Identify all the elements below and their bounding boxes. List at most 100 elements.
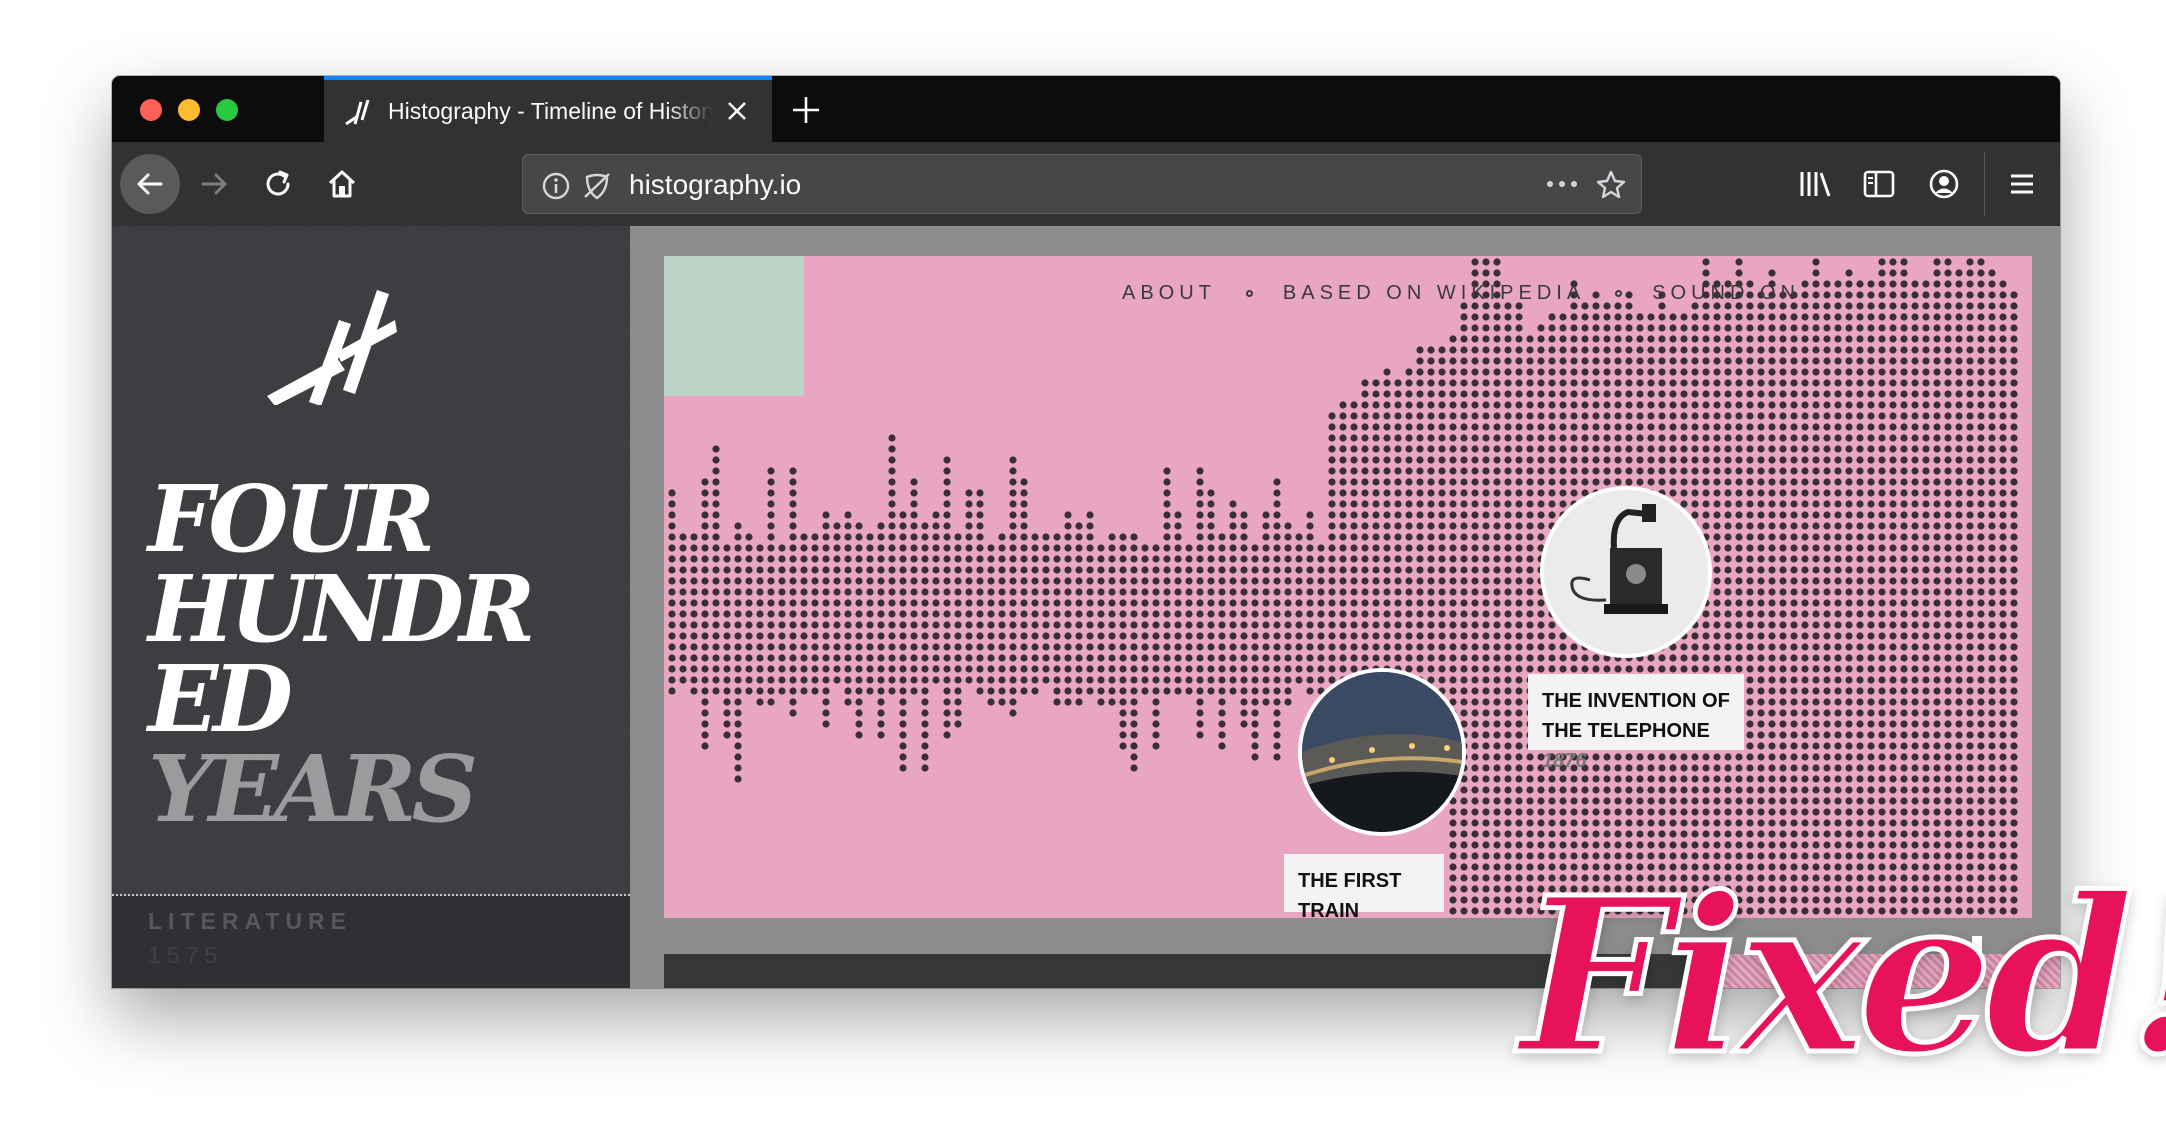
timeline-event-dot[interactable] xyxy=(1174,687,1182,695)
timeline-event-dot[interactable] xyxy=(1999,280,2007,288)
timeline-event-dot[interactable] xyxy=(1471,907,1479,915)
timeline-event-dot[interactable] xyxy=(1603,368,1611,376)
timeline-event-dot[interactable] xyxy=(932,632,940,640)
timeline-event-dot[interactable] xyxy=(855,709,863,717)
timeline-event-dot[interactable] xyxy=(1889,533,1897,541)
timeline-event-dot[interactable] xyxy=(1944,346,1952,354)
timeline-event-dot[interactable] xyxy=(789,654,797,662)
timeline-event-dot[interactable] xyxy=(1471,368,1479,376)
timeline-event-dot[interactable] xyxy=(1911,478,1919,486)
timeline-event-dot[interactable] xyxy=(1636,841,1644,849)
timeline-event-dot[interactable] xyxy=(1713,632,1721,640)
timeline-event-dot[interactable] xyxy=(1746,401,1754,409)
timeline-event-dot[interactable] xyxy=(1559,412,1567,420)
timeline-event-dot[interactable] xyxy=(800,665,808,673)
timeline-event-dot[interactable] xyxy=(1361,390,1369,398)
timeline-event-dot[interactable] xyxy=(1515,489,1523,497)
timeline-event-dot[interactable] xyxy=(1911,423,1919,431)
timeline-event-dot[interactable] xyxy=(943,654,951,662)
timeline-event-dot[interactable] xyxy=(910,489,918,497)
timeline-event-dot[interactable] xyxy=(1713,511,1721,519)
timeline-event-dot[interactable] xyxy=(1845,335,1853,343)
timeline-event-dot[interactable] xyxy=(800,643,808,651)
timeline-event-dot[interactable] xyxy=(811,577,819,585)
timeline-event-dot[interactable] xyxy=(1867,709,1875,717)
timeline-event-dot[interactable] xyxy=(1933,401,1941,409)
timeline-event-dot[interactable] xyxy=(1779,478,1787,486)
timeline-event-dot[interactable] xyxy=(1988,346,1996,354)
timeline-event-dot[interactable] xyxy=(1548,313,1556,321)
timeline-event-dot[interactable] xyxy=(1680,489,1688,497)
timeline-event-dot[interactable] xyxy=(1658,467,1666,475)
timeline-event-dot[interactable] xyxy=(1834,280,1842,288)
timeline-event-dot[interactable] xyxy=(1845,753,1853,761)
hamburger-menu-icon[interactable] xyxy=(2006,168,2038,200)
timeline-event-dot[interactable] xyxy=(1669,467,1677,475)
timeline-event-dot[interactable] xyxy=(1922,720,1930,728)
timeline-event-dot[interactable] xyxy=(1416,522,1424,530)
timeline-event-dot[interactable] xyxy=(1482,577,1490,585)
timeline-event-dot[interactable] xyxy=(1746,709,1754,717)
timeline-event-dot[interactable] xyxy=(1955,632,1963,640)
timeline-event-dot[interactable] xyxy=(734,632,742,640)
timeline-event-dot[interactable] xyxy=(1757,379,1765,387)
timeline-event-dot[interactable] xyxy=(1867,599,1875,607)
timeline-event-dot[interactable] xyxy=(1988,456,1996,464)
timeline-event-dot[interactable] xyxy=(1086,544,1094,552)
timeline-event-dot[interactable] xyxy=(1383,379,1391,387)
timeline-event-dot[interactable] xyxy=(1460,687,1468,695)
timeline-event-dot[interactable] xyxy=(954,665,962,673)
timeline-event-dot[interactable] xyxy=(1108,599,1116,607)
timeline-event-dot[interactable] xyxy=(1559,489,1567,497)
timeline-event-dot[interactable] xyxy=(767,632,775,640)
timeline-event-dot[interactable] xyxy=(1779,698,1787,706)
timeline-event-dot[interactable] xyxy=(1988,621,1996,629)
timeline-event-dot[interactable] xyxy=(1174,555,1182,563)
timeline-event-dot[interactable] xyxy=(1834,577,1842,585)
timeline-event-dot[interactable] xyxy=(1845,676,1853,684)
timeline-event-dot[interactable] xyxy=(1053,654,1061,662)
timeline-event-dot[interactable] xyxy=(1867,280,1875,288)
timeline-event-dot[interactable] xyxy=(1273,720,1281,728)
timeline-event-dot[interactable] xyxy=(1977,577,1985,585)
timeline-event-dot[interactable] xyxy=(1966,467,1974,475)
timeline-event-dot[interactable] xyxy=(1856,544,1864,552)
timeline-event-dot[interactable] xyxy=(954,654,962,662)
timeline-event-dot[interactable] xyxy=(1779,643,1787,651)
timeline-event-dot[interactable] xyxy=(1471,346,1479,354)
timeline-event-dot[interactable] xyxy=(1856,357,1864,365)
timeline-event-dot[interactable] xyxy=(1064,566,1072,574)
timeline-event-dot[interactable] xyxy=(1460,511,1468,519)
timeline-event-dot[interactable] xyxy=(1735,478,1743,486)
timeline-event-dot[interactable] xyxy=(1570,313,1578,321)
timeline-event-dot[interactable] xyxy=(954,544,962,552)
timeline-event-dot[interactable] xyxy=(1493,379,1501,387)
timeline-event-dot[interactable] xyxy=(1944,709,1952,717)
timeline-event-dot[interactable] xyxy=(1988,610,1996,618)
timeline-event-dot[interactable] xyxy=(1845,533,1853,541)
timeline-event-dot[interactable] xyxy=(1251,621,1259,629)
timeline-event-dot[interactable] xyxy=(1735,643,1743,651)
timeline-event-dot[interactable] xyxy=(1867,500,1875,508)
timeline-event-dot[interactable] xyxy=(1394,643,1402,651)
timeline-event-dot[interactable] xyxy=(1372,434,1380,442)
timeline-event-dot[interactable] xyxy=(1790,709,1798,717)
timeline-event-dot[interactable] xyxy=(1988,489,1996,497)
timeline-event-dot[interactable] xyxy=(1592,412,1600,420)
timeline-event-dot[interactable] xyxy=(1141,599,1149,607)
timeline-event-dot[interactable] xyxy=(1724,346,1732,354)
timeline-event-dot[interactable] xyxy=(2010,379,2018,387)
timeline-event-dot[interactable] xyxy=(2010,764,2018,772)
timeline-event-dot[interactable] xyxy=(899,544,907,552)
timeline-event-dot[interactable] xyxy=(1317,676,1325,684)
timeline-event-dot[interactable] xyxy=(888,434,896,442)
timeline-event-dot[interactable] xyxy=(1768,654,1776,662)
timeline-event-dot[interactable] xyxy=(1944,258,1952,266)
timeline-event-dot[interactable] xyxy=(1196,632,1204,640)
timeline-event-dot[interactable] xyxy=(1999,819,2007,827)
timeline-event-dot[interactable] xyxy=(1042,632,1050,640)
timeline-event-dot[interactable] xyxy=(1174,522,1182,530)
timeline-event-dot[interactable] xyxy=(1460,643,1468,651)
timeline-event-dot[interactable] xyxy=(1933,379,1941,387)
timeline-event-dot[interactable] xyxy=(1834,500,1842,508)
